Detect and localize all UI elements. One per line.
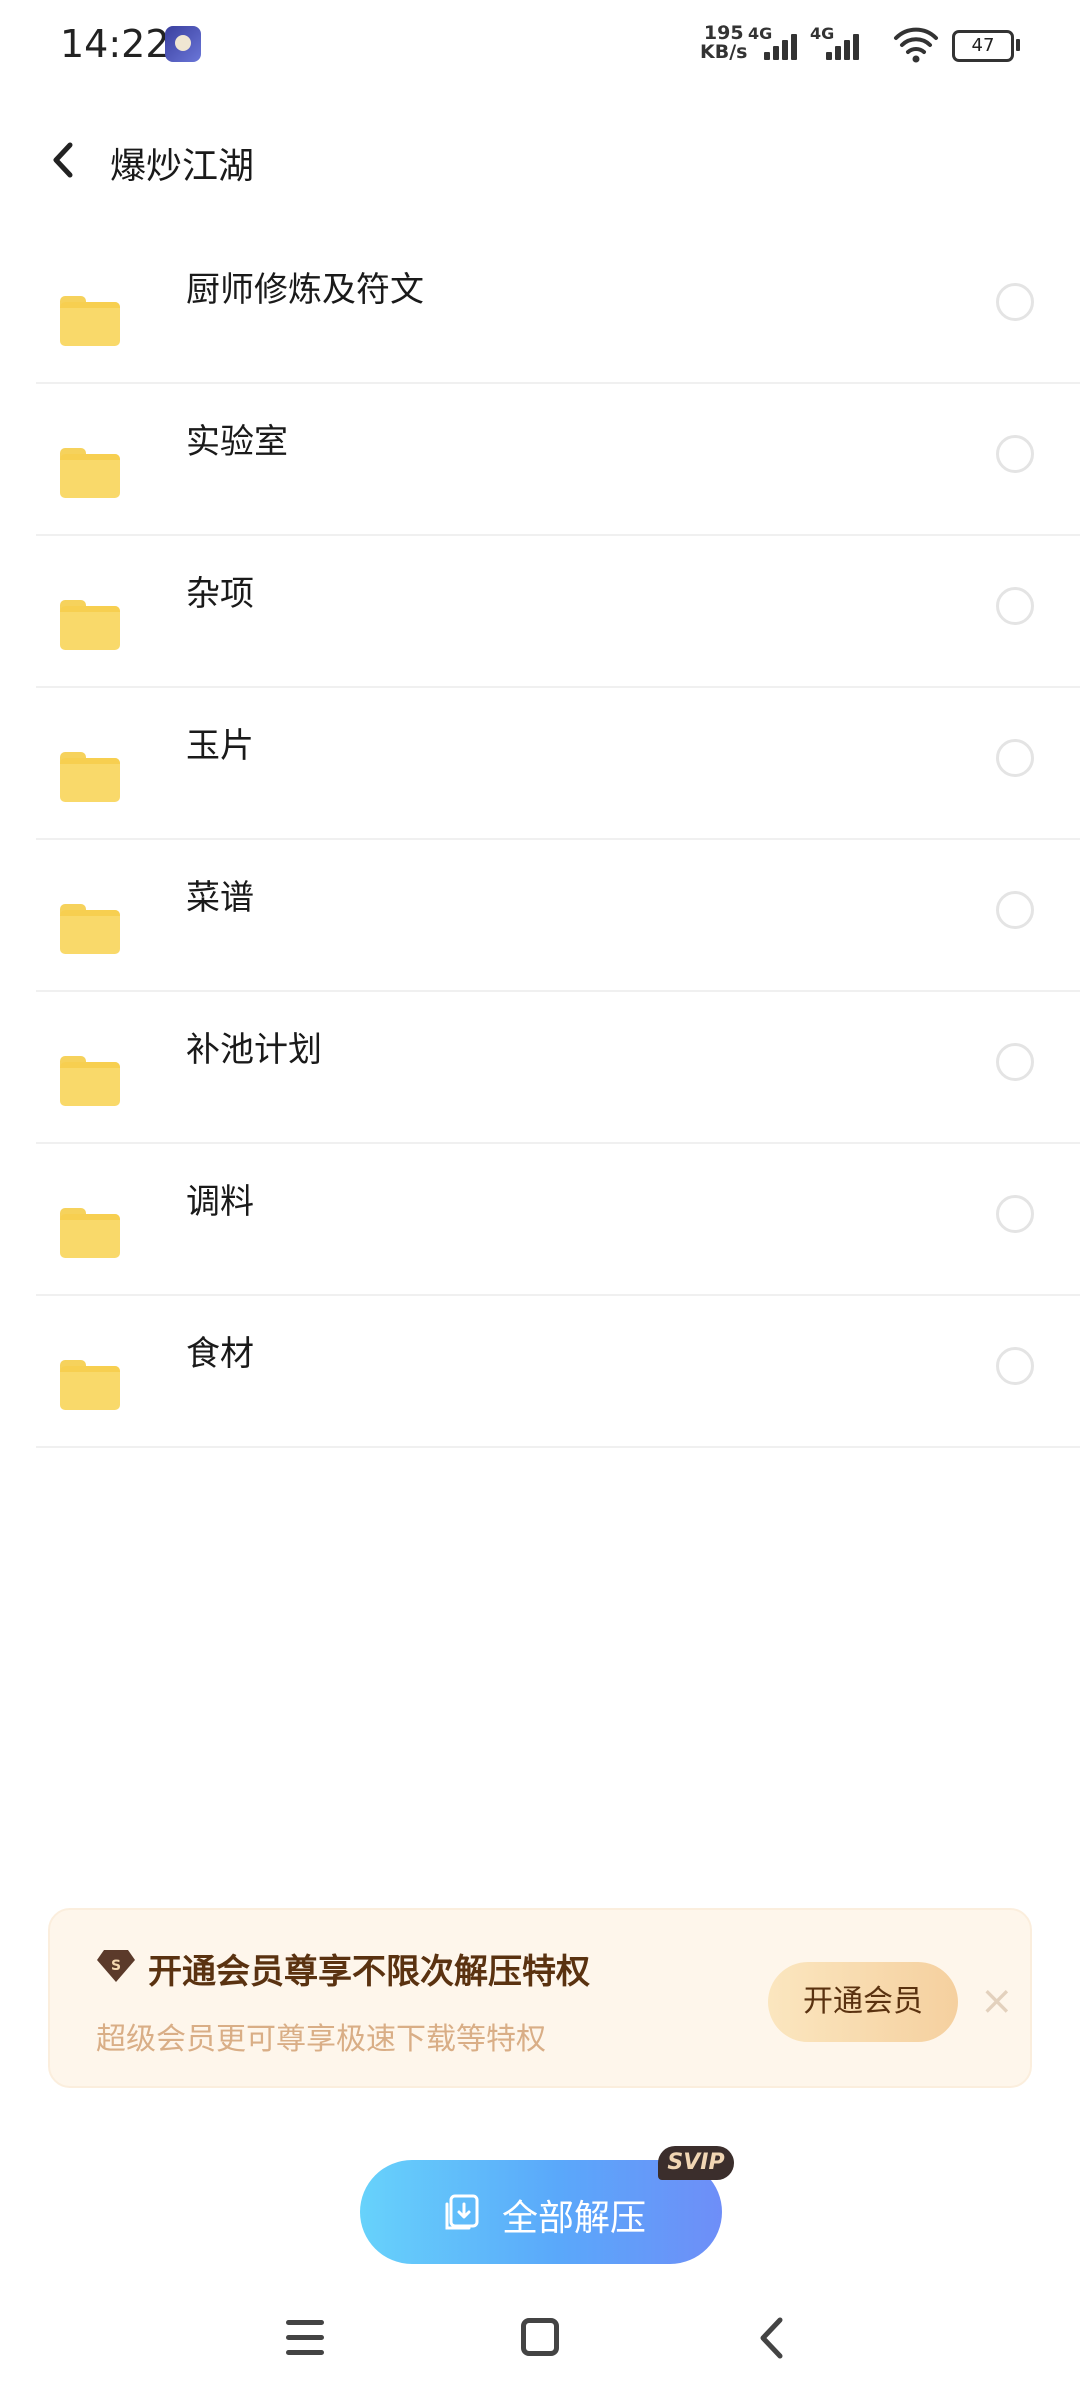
- app-header: 爆炒江湖: [0, 115, 1080, 205]
- vip-title: 开通会员尊享不限次解压特权: [148, 1952, 590, 1992]
- select-radio[interactable]: [996, 739, 1034, 777]
- open-membership-button[interactable]: 开通会员: [768, 1962, 958, 2042]
- select-radio[interactable]: [996, 891, 1034, 929]
- folder-name: 菜谱: [186, 878, 254, 918]
- vip-subtitle: 超级会员更可尊享极速下载等特权: [96, 2022, 546, 2057]
- system-nav-bar: [0, 2290, 1080, 2400]
- folder-name: 玉片: [186, 726, 254, 766]
- folder-name: 补池计划: [186, 1030, 322, 1070]
- signal-1-icon: [764, 30, 808, 60]
- back-button[interactable]: [44, 135, 84, 185]
- folder-icon: [60, 448, 120, 498]
- folder-row[interactable]: 补池计划: [36, 992, 1080, 1144]
- folder-row[interactable]: 实验室: [36, 384, 1080, 536]
- folder-name: 厨师修炼及符文: [186, 270, 424, 310]
- folder-list: 厨师修炼及符文 实验室 杂项 玉片 菜谱 补池计划 调料 食材: [36, 232, 1080, 1448]
- diamond-s-icon: S: [97, 1950, 135, 1982]
- folder-icon: [60, 600, 120, 650]
- extract-all-label: 全部解压: [502, 2198, 647, 2239]
- folder-name: 杂项: [186, 574, 254, 614]
- menu-icon[interactable]: [286, 2318, 326, 2358]
- select-radio[interactable]: [996, 1043, 1034, 1081]
- network-speed-unit: KB/s: [700, 41, 748, 63]
- page-title: 爆炒江湖: [110, 146, 255, 187]
- battery-indicator: 47: [952, 30, 1014, 62]
- wifi-icon: [894, 27, 938, 63]
- status-bar: 14:22 195 KB/s 4G 4G 47: [0, 0, 1080, 90]
- folder-icon: [60, 752, 120, 802]
- select-radio[interactable]: [996, 587, 1034, 625]
- folder-icon: [60, 904, 120, 954]
- close-icon[interactable]: ×: [980, 1976, 1014, 2026]
- folder-row[interactable]: 杂项: [36, 536, 1080, 688]
- home-icon[interactable]: [521, 2318, 559, 2356]
- select-radio[interactable]: [996, 1347, 1034, 1385]
- folder-row[interactable]: 食材: [36, 1296, 1080, 1448]
- folder-row[interactable]: 菜谱: [36, 840, 1080, 992]
- folder-name: 调料: [186, 1182, 254, 1222]
- select-radio[interactable]: [996, 1195, 1034, 1233]
- select-radio[interactable]: [996, 283, 1034, 321]
- select-radio[interactable]: [996, 435, 1034, 473]
- signal-2-icon: [826, 30, 870, 60]
- folder-icon: [60, 1360, 120, 1410]
- folder-name: 食材: [186, 1334, 254, 1374]
- folder-icon: [60, 1208, 120, 1258]
- app-notification-icon: [165, 26, 201, 62]
- folder-row[interactable]: 厨师修炼及符文: [36, 232, 1080, 384]
- network-speed: 195 KB/s: [700, 24, 747, 62]
- back-icon[interactable]: [756, 2316, 786, 2360]
- vip-promo-banner: S 开通会员尊享不限次解压特权 超级会员更可尊享极速下载等特权 开通会员 ×: [48, 1908, 1032, 2088]
- extract-icon: [445, 2194, 479, 2230]
- battery-tip: [1016, 39, 1020, 51]
- svip-badge: SVIP: [658, 2146, 734, 2180]
- folder-name: 实验室: [186, 422, 288, 462]
- folder-row[interactable]: 调料: [36, 1144, 1080, 1296]
- folder-row[interactable]: 玉片: [36, 688, 1080, 840]
- folder-icon: [60, 296, 120, 346]
- svg-text:S: S: [111, 1958, 121, 1974]
- folder-icon: [60, 1056, 120, 1106]
- status-time: 14:22: [60, 22, 170, 66]
